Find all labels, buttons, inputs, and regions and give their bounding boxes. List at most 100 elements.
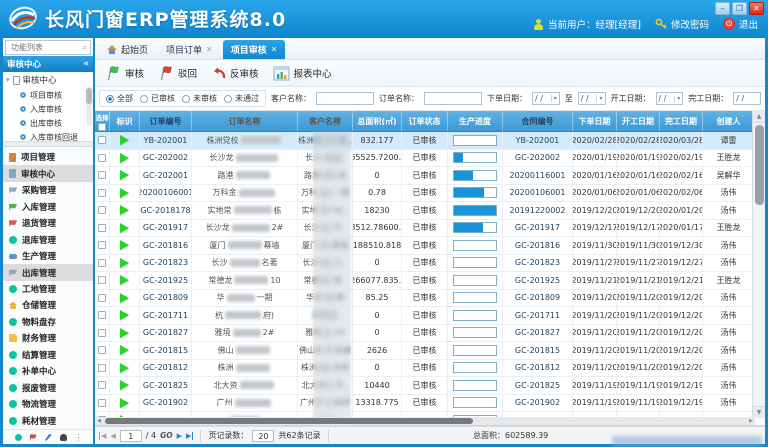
tab-project-orders[interactable]: 项目订单 ✕	[158, 40, 221, 59]
tree-item[interactable]: 项目审核	[6, 88, 85, 102]
tab-project-audit[interactable]: 项目审核 ✕	[223, 40, 286, 59]
sidebar-menu-item[interactable]: 物流管理	[3, 396, 93, 412]
reject-button[interactable]: 驳回	[158, 65, 197, 81]
audit-button[interactable]: 审核	[105, 65, 144, 81]
scroll-up-icon[interactable]: ▲	[753, 111, 765, 123]
table-row[interactable]: GC-201827 雅境2# 雅境2# 0 已审核 GC-201827 2019…	[95, 325, 755, 343]
prev-page-button[interactable]: ◀	[110, 432, 115, 440]
order-date-from-picker[interactable]: / /▾	[532, 92, 560, 105]
change-password-button[interactable]: 修改密码	[655, 17, 709, 31]
start-date-picker[interactable]: / /▾	[656, 92, 684, 105]
row-checkbox[interactable]	[98, 399, 106, 407]
vertical-scrollbar-thumb[interactable]	[755, 125, 764, 205]
maximize-button[interactable]: ❐	[732, 2, 747, 15]
row-checkbox[interactable]	[98, 136, 106, 144]
table-row[interactable]: GC-201902 广州 广州万森林 13318.775 已审核 GC-2019…	[95, 395, 755, 413]
table-row[interactable]: YB-202001 株洲党校 株洲党吴.. 832.177 已审核 YB-202…	[95, 132, 755, 150]
tree-root-audit-center[interactable]: ▾ 审核中心	[6, 74, 85, 86]
row-checkbox[interactable]	[98, 259, 106, 267]
sidebar-menu-item[interactable]: 出库管理	[3, 264, 93, 280]
sidebar-menu-item[interactable]: 退货管理	[3, 215, 93, 231]
sidebar-menu-item[interactable]: 物料盘存	[3, 314, 93, 330]
cart-icon[interactable]	[30, 434, 37, 441]
order-date-to-picker[interactable]: / /▾	[578, 92, 606, 105]
tree-item[interactable]: 入库审核回退	[6, 130, 85, 142]
table-row[interactable]: GC-201917 长沙龙2# 长沙天.. 8512.78600.. 已审核 G…	[95, 220, 755, 238]
table-row[interactable]: GC-201812 株洲 株洲未来 0 已审核 GC-201812 2019/1…	[95, 360, 755, 378]
row-checkbox[interactable]	[98, 276, 106, 284]
next-page-button[interactable]: ▶	[177, 432, 182, 440]
close-tab-icon[interactable]: ✕	[206, 45, 213, 54]
dot-icon[interactable]	[15, 434, 22, 441]
report-center-button[interactable]: 报表中心	[273, 66, 332, 81]
scroll-right-icon[interactable]: ▶	[747, 418, 755, 424]
logout-button[interactable]: ⏻ 退出	[723, 17, 758, 31]
row-checkbox[interactable]	[98, 224, 106, 232]
tree-item[interactable]: 入库审核	[6, 102, 85, 116]
tab-home[interactable]: 起始页	[99, 40, 156, 59]
horizontal-scrollbar-thumb[interactable]	[105, 418, 473, 424]
sidebar-menu-item[interactable]: 补单中心	[3, 363, 93, 379]
table-row[interactable]: GC-201816 厦门幕墙 厦门幕墙 188510.818 已审核 GC-20…	[95, 237, 755, 255]
pen-icon[interactable]	[45, 434, 52, 441]
row-checkbox[interactable]	[98, 171, 106, 179]
table-row[interactable]: GC-201815 佛山 佛山中恩康 2626 已审核 GC-201815 20…	[95, 342, 755, 360]
minimize-button[interactable]: –	[715, 2, 730, 15]
table-row[interactable]: GC-201823 长沙名著 长沙之.. 0 已审核 GC-201823 201…	[95, 255, 755, 273]
sidebar-menu-item[interactable]: 审核中心	[3, 165, 93, 181]
row-checkbox[interactable]	[98, 346, 106, 354]
status-radio[interactable]: 全部	[106, 93, 133, 104]
table-row[interactable]: GC-201809 华一期 华滨期 85.25 已审核 GC-201809 20…	[95, 290, 755, 308]
order-name-input[interactable]	[424, 92, 482, 105]
sidebar-menu-item[interactable]: 生产管理	[3, 248, 93, 264]
row-checkbox[interactable]	[98, 381, 106, 389]
row-checkbox[interactable]	[98, 329, 106, 337]
sidebar-menu-item[interactable]: 结算管理	[3, 347, 93, 363]
status-radio[interactable]: 未通过	[224, 93, 259, 104]
sidebar-menu-item[interactable]: 报废管理	[3, 380, 93, 396]
page-number-input[interactable]: 1	[120, 430, 142, 442]
reverse-audit-button[interactable]: 反审核	[211, 66, 259, 80]
collapse-icon[interactable]: «	[84, 59, 90, 69]
table-row[interactable]: GC-201711 杭府) 0 已审核 GC-201711 2019/11/20…	[95, 307, 755, 325]
table-row[interactable]: 20200106001 万科金 万科一期 0.78 已审核 2020010600…	[95, 185, 755, 203]
row-checkbox[interactable]	[98, 364, 106, 372]
status-radio[interactable]: 未审核	[182, 93, 217, 104]
sidebar-menu-item[interactable]: 耗材管理	[3, 413, 93, 429]
sidebar-menu-item[interactable]: 工地管理	[3, 281, 93, 297]
vertical-scrollbar[interactable]: ▲ ▼	[752, 111, 765, 418]
row-checkbox[interactable]	[98, 241, 106, 249]
sidebar-menu-item[interactable]: 项目管理	[3, 149, 93, 165]
table-row[interactable]: GC-201925 常德龙10 常德原.. 266077.835.. 已审核 G…	[95, 272, 755, 290]
sidebar-menu-item[interactable]: 采购管理	[3, 182, 93, 198]
overflow-icon[interactable]: ⋮	[75, 434, 82, 441]
scroll-left-icon[interactable]: ◀	[95, 418, 103, 424]
finish-date-picker[interactable]: / /	[733, 92, 761, 105]
last-page-button[interactable]: ▶	[186, 432, 193, 440]
person-icon[interactable]	[60, 434, 67, 441]
status-radio[interactable]: 已审核	[140, 93, 175, 104]
first-page-button[interactable]: ◀	[99, 432, 106, 440]
function-search-input[interactable]	[9, 42, 83, 53]
table-row[interactable]: GC-2018178 实地常栋 实地4#.. 18230 已审核 2019122…	[95, 202, 755, 220]
row-checkbox[interactable]	[98, 189, 106, 197]
table-row[interactable]: GC-201825 北大资 北大资天.. 10440 已审核 GC-201825…	[95, 377, 755, 395]
table-row[interactable]: GC-202001 路港 路港墙 0 已审核 20200116001 2020/…	[95, 167, 755, 185]
row-checkbox[interactable]	[98, 206, 106, 214]
close-tab-icon[interactable]: ✕	[271, 45, 278, 54]
sidebar-menu-item[interactable]: 退库管理	[3, 231, 93, 247]
row-checkbox[interactable]	[98, 294, 106, 302]
select-all-checkbox[interactable]	[98, 123, 106, 131]
row-checkbox[interactable]	[98, 154, 106, 162]
go-button[interactable]: GO	[160, 431, 173, 440]
customer-name-input[interactable]	[316, 92, 374, 105]
page-size-input[interactable]: 20	[252, 430, 274, 442]
tree-scrollbar-thumb[interactable]	[86, 88, 92, 104]
row-checkbox[interactable]	[98, 311, 106, 319]
close-button[interactable]: ✕	[749, 2, 764, 15]
table-row[interactable]: GC-202002 长沙龙 长沙 65525.7200.. 已审核 GC-202…	[95, 150, 755, 168]
horizontal-scrollbar[interactable]: ◀ ▶	[95, 417, 755, 425]
sidebar-menu-item[interactable]: 仓储管理	[3, 297, 93, 313]
sidebar-menu-item[interactable]: 入库管理	[3, 198, 93, 214]
tree-expander-icon[interactable]: ▾	[6, 76, 10, 84]
